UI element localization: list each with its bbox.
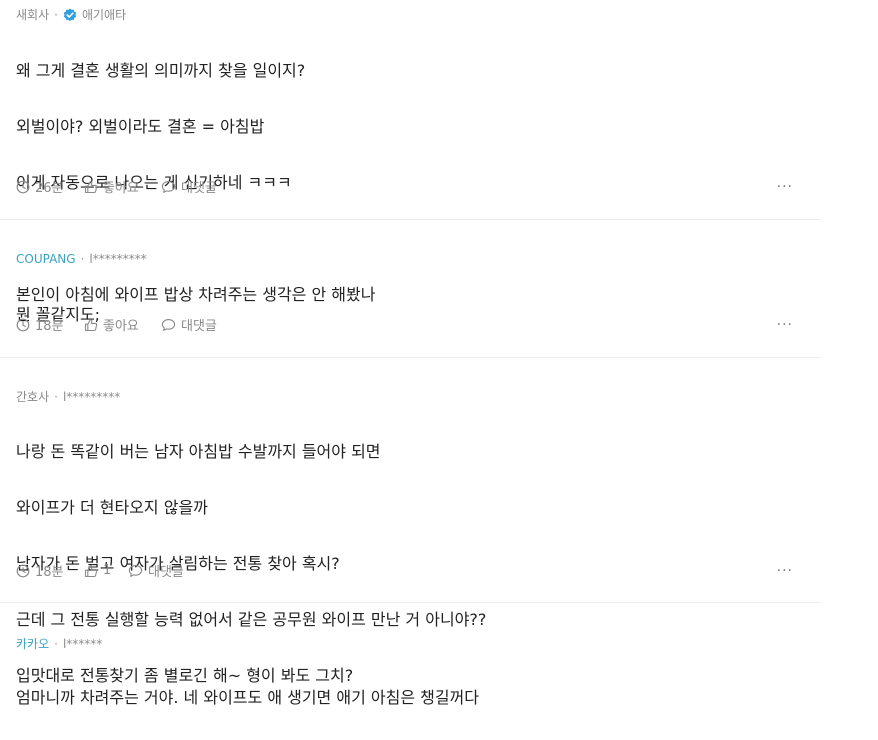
comment-item: 간호사 · l********* 나랑 돈 똑같이 버는 남자 아침밥 수발까지… [0,358,821,685]
like-button[interactable]: 좋아요 [84,315,161,334]
reply-button[interactable]: 대댓글 [161,177,217,196]
verified-badge-icon [63,8,77,22]
author-name[interactable]: l********* [63,390,120,404]
timestamp: 26분 [16,177,84,196]
speech-bubble-icon [161,318,176,331]
like-count: 1 [103,563,112,578]
clock-icon [16,318,30,331]
comment-actions: 18분 1 대댓글 [16,561,184,580]
company-name[interactable]: 간호사 [16,388,49,405]
reply-label: 대댓글 [148,565,184,580]
comment-actions: 26분 좋아요 대댓글 [16,177,217,196]
comment-item: 새회사 · 애기애타 왜 그게 결혼 생활의 의미까지 찾을 일이지? 외벌이야… [0,0,821,304]
comment-line: 엄마니까 차려주는 거야. 네 와이프도 애 생기면 애기 아침은 챙길꺼다 [16,688,480,707]
time-label: 18분 [35,565,64,580]
author-name[interactable]: l****** [63,637,102,651]
speech-bubble-icon [161,180,176,193]
company-name[interactable]: 카카오 [16,635,49,652]
like-label: 좋아요 [103,319,139,334]
comment-meta: 새회사 · 애기애타 [16,6,126,23]
thumbs-up-icon [84,318,98,331]
more-options-button[interactable]: ··· [777,317,793,333]
like-button[interactable]: 1 [84,563,128,578]
comment-item: COUPANG · l********* 뭔 꼴같지도; 18분 좋아요 대댓글… [0,220,821,358]
time-label: 26분 [35,181,64,196]
timestamp: 18분 [16,315,84,334]
reply-button[interactable]: 대댓글 [128,561,184,580]
company-name[interactable]: COUPANG [16,252,76,266]
more-options-button[interactable]: ··· [777,563,793,579]
comment-actions: 18분 좋아요 대댓글 [16,315,217,334]
like-label: 좋아요 [103,181,139,196]
author-name[interactable]: 애기애타 [82,6,126,23]
comment-body: 엄마니까 차려주는 거야. 네 와이프도 애 생기면 애기 아침은 챙길꺼다 [16,656,479,740]
like-button[interactable]: 좋아요 [84,177,161,196]
comment-meta: 간호사 · l********* [16,388,120,405]
reply-button[interactable]: 대댓글 [161,315,217,334]
reply-label: 대댓글 [181,181,217,196]
comment-line: 왜 그게 결혼 생활의 의미까지 찾을 일이지? [16,61,306,80]
company-name[interactable]: 새회사 [16,6,49,23]
clock-icon [16,564,30,577]
separator-dot: · [54,636,58,651]
comment-line: 외벌이야? 외벌이라도 결혼 = 아침밥 [16,117,265,136]
speech-bubble-icon [128,564,143,577]
more-options-button[interactable]: ··· [777,179,793,195]
comment-item: 카카오 · l****** 엄마니까 차려주는 거야. 네 와이프도 애 생기면… [0,603,821,708]
comment-line: 나랑 돈 똑같이 버는 남자 아침밥 수발까지 들어야 되면 [16,442,381,461]
time-label: 18분 [35,319,64,334]
separator-dot: · [80,252,85,266]
comment-meta: COUPANG · l********* [16,252,147,266]
separator-dot: · [54,389,58,404]
thumbs-up-icon [84,564,98,577]
comment-line: 와이프가 더 현타오지 않을까 [16,498,208,517]
comment-meta: 카카오 · l****** [16,635,102,652]
separator-dot: · [54,7,58,22]
thumbs-up-icon [84,180,98,193]
author-name[interactable]: l********* [89,252,146,266]
timestamp: 18분 [16,561,84,580]
clock-icon [16,180,30,193]
reply-label: 대댓글 [181,319,217,334]
